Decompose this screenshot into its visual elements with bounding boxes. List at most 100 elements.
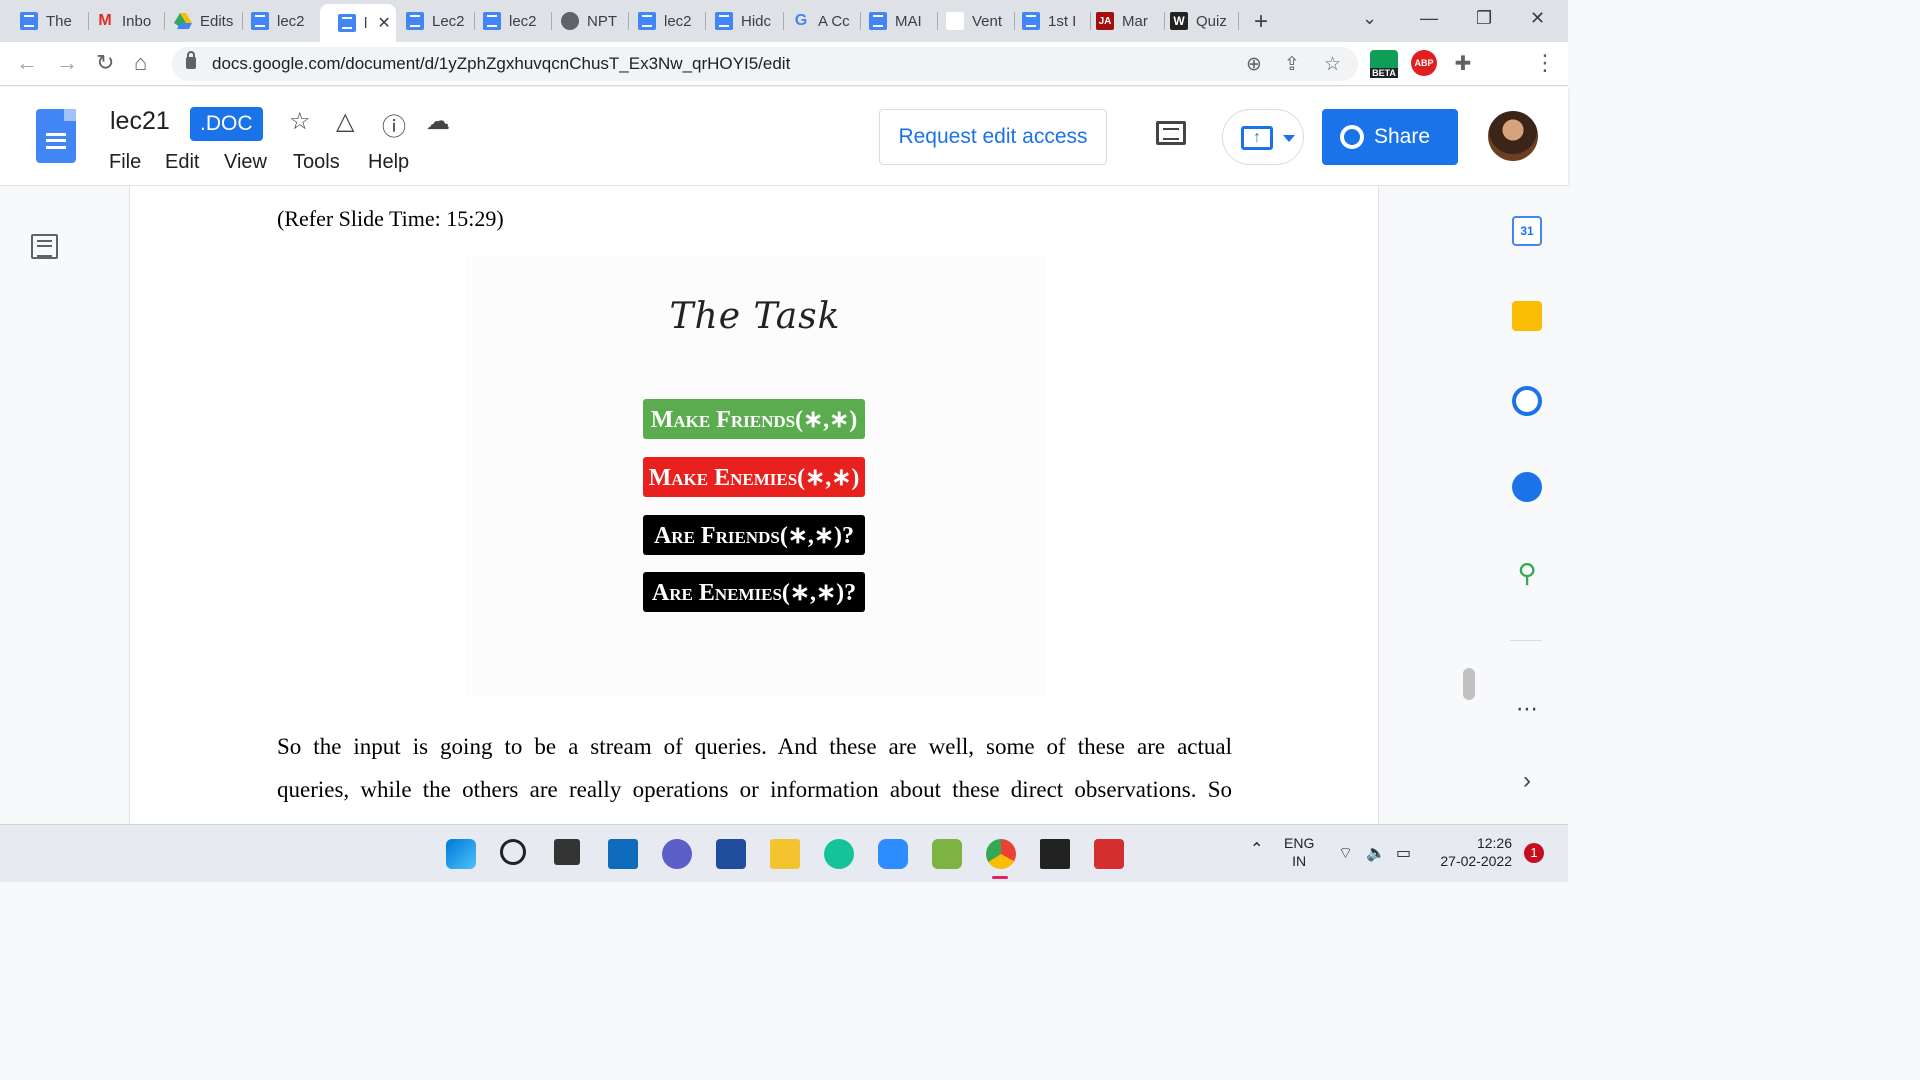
share-button[interactable]: Share — [1322, 109, 1458, 165]
lock-icon — [186, 51, 196, 69]
bookmark-star-icon[interactable]: ☆ — [1324, 53, 1341, 76]
info-icon[interactable]: ⓘ — [382, 107, 406, 142]
browser-tab[interactable]: MAI — [851, 6, 937, 36]
contacts-icon[interactable] — [1512, 472, 1542, 502]
calendar-icon[interactable]: 31 — [1512, 216, 1542, 246]
store-icon[interactable] — [716, 839, 746, 869]
address-bar[interactable]: docs.google.com/document/d/1yZphZgxhuvqc… — [172, 47, 1358, 81]
comment-history-icon[interactable] — [1156, 121, 1186, 145]
docs-icon — [1022, 12, 1040, 30]
acrobat-icon[interactable] — [1094, 839, 1124, 869]
present-button[interactable]: ↑ — [1222, 109, 1304, 165]
browser-tab[interactable]: Edits — [156, 6, 242, 36]
zoom-icon[interactable]: ⊕ — [1246, 53, 1262, 76]
docs-icon — [338, 14, 356, 32]
w-icon: W — [1170, 12, 1188, 30]
docs-icon — [869, 12, 887, 30]
browser-tab[interactable]: GA Cc — [774, 6, 860, 36]
browser-tab-active[interactable]: l ✕ — [320, 4, 396, 42]
reload-icon[interactable]: ↻ — [96, 50, 114, 76]
browser-tab[interactable]: lec2 — [465, 6, 551, 36]
present-icon: ↑ — [1241, 126, 1273, 150]
beta-extension-icon[interactable]: BETA — [1370, 50, 1398, 78]
minimize-button[interactable]: — — [1420, 8, 1438, 29]
new-tab-button[interactable]: + — [1254, 8, 1268, 36]
language-indicator[interactable]: ENG IN — [1284, 835, 1314, 869]
keep-icon[interactable] — [1512, 301, 1542, 331]
browser-toolbar: ← → ↻ ⌂ docs.google.com/document/d/1yZph… — [0, 42, 1568, 118]
windows-start-icon[interactable] — [446, 839, 476, 869]
document-title[interactable]: lec21 — [110, 107, 170, 136]
notes-app-icon[interactable] — [932, 839, 962, 869]
scrollbar-thumb[interactable] — [1463, 668, 1475, 700]
paragraph-line: queries, while the others are really ope… — [277, 777, 1232, 802]
menu-file[interactable]: File — [109, 151, 141, 174]
add-shortcut-drive-icon[interactable]: △ — [336, 107, 354, 136]
restore-button[interactable]: ❐ — [1476, 8, 1492, 29]
more-addons-icon[interactable]: ⋯ — [1512, 694, 1542, 724]
tasks-icon[interactable] — [1512, 386, 1542, 416]
menu-edit[interactable]: Edit — [165, 151, 199, 174]
menu-view[interactable]: View — [224, 151, 267, 174]
file-type-badge: .DOC — [190, 107, 263, 141]
globe-icon — [1340, 125, 1364, 149]
file-explorer-icon[interactable] — [770, 839, 800, 869]
chrome-icon[interactable] — [986, 839, 1016, 869]
browser-tab[interactable]: The — [2, 6, 88, 36]
back-icon[interactable]: ← — [16, 50, 38, 76]
show-hidden-icons-chevron-icon[interactable]: ⌃ — [1250, 839, 1263, 859]
clock[interactable]: 12:26 27-02-2022 — [1432, 835, 1512, 869]
sticky-notes-icon[interactable] — [1040, 839, 1070, 869]
ja-icon: JA — [1096, 12, 1114, 30]
slide-image: The Task Make Friends(∗,∗) Make Enemies(… — [465, 256, 1045, 696]
search-icon[interactable] — [500, 839, 526, 865]
tab-search-icon[interactable]: ⌄ — [1362, 8, 1377, 29]
browser-tab[interactable]: Vent — [928, 6, 1014, 36]
notification-badge[interactable]: 1 — [1524, 843, 1544, 863]
tab-strip: The M Inbo Edits lec2 l ✕ Lec2 lec2 NPT le… — [0, 0, 1568, 42]
document-workspace: (Refer Slide Time: 15:29) The Task Make … — [0, 186, 1568, 824]
browser-tab[interactable]: lec2 — [620, 6, 706, 36]
home-icon[interactable]: ⌂ — [134, 50, 147, 76]
battery-icon[interactable]: ▭ — [1396, 843, 1411, 863]
side-panel-divider — [1510, 640, 1542, 641]
adblock-icon[interactable]: ABP — [1411, 50, 1437, 76]
windows-taskbar: ⌃ ENG IN ⌔ 🔈 ▭ 12:26 27-02-2022 — [0, 824, 1568, 882]
star-icon[interactable]: ☆ — [289, 107, 311, 136]
are-friends-pill: Are Friends(∗,∗)? — [643, 515, 865, 555]
volume-icon[interactable]: 🔈 — [1366, 843, 1386, 863]
docs-icon — [251, 12, 269, 30]
share-page-icon[interactable]: ⇪ — [1284, 53, 1300, 76]
refer-slide-time: (Refer Slide Time: 15:29) — [277, 206, 504, 231]
document-outline-icon[interactable] — [31, 234, 58, 259]
menu-tools[interactable]: Tools — [293, 151, 340, 174]
docs-icon — [483, 12, 501, 30]
teams-chat-icon[interactable] — [662, 839, 692, 869]
google-docs-logo-icon[interactable] — [36, 109, 76, 163]
wifi-icon[interactable]: ⌔ — [1338, 843, 1353, 863]
gmail-icon: M — [98, 12, 112, 29]
browser-tab[interactable]: NPT — [543, 6, 629, 36]
grammarly-icon[interactable] — [824, 839, 854, 869]
maps-pin-icon[interactable]: ⚲ — [1512, 558, 1542, 588]
expand-panel-chevron-icon[interactable]: › — [1512, 766, 1542, 796]
browser-tab[interactable]: M Inbo — [78, 6, 164, 36]
request-edit-access-button[interactable]: Request edit access — [879, 109, 1107, 165]
task-view-icon[interactable] — [554, 839, 580, 865]
document-page[interactable]: (Refer Slide Time: 15:29) The Task Make … — [129, 186, 1379, 824]
globe-icon — [561, 12, 579, 30]
browser-tab[interactable]: Lec2 — [388, 6, 474, 36]
extensions-puzzle-icon[interactable]: ✚ — [1450, 50, 1476, 76]
browser-tab[interactable]: W Quiz — [1152, 6, 1238, 36]
url-text[interactable]: docs.google.com/document/d/1yZphZgxhuvqc… — [212, 54, 790, 74]
more-menu-icon[interactable]: ⋮ — [1534, 50, 1556, 76]
forward-icon[interactable]: → — [56, 50, 78, 76]
account-avatar[interactable] — [1488, 111, 1538, 161]
cloud-saved-icon[interactable]: ☁ — [426, 107, 450, 136]
zoom-app-icon[interactable] — [878, 839, 908, 869]
widgets-icon[interactable] — [608, 839, 638, 869]
browser-tab[interactable]: Hidc — [697, 6, 783, 36]
close-window-button[interactable]: ✕ — [1530, 8, 1545, 29]
browser-tab[interactable]: lec2 — [233, 6, 319, 36]
menu-help[interactable]: Help — [368, 151, 409, 174]
